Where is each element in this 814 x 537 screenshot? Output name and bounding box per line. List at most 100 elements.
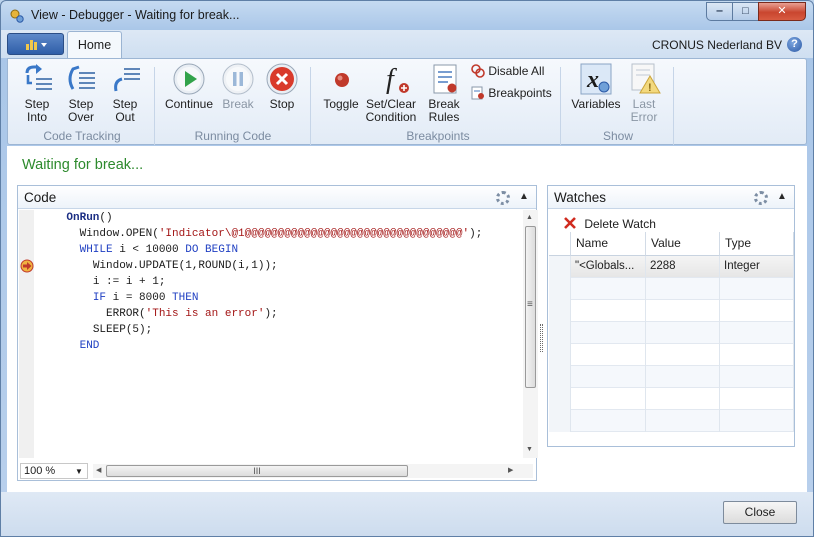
table-row[interactable]: [549, 300, 794, 322]
last-error-button[interactable]: Last Error: [622, 98, 666, 124]
application-menu-button[interactable]: [7, 33, 64, 55]
table-cell[interactable]: [720, 300, 794, 322]
step-out-label: Step Out: [112, 97, 138, 124]
code-token: 'This is an error': [145, 308, 265, 320]
row-selector[interactable]: [549, 344, 571, 366]
scroll-up-arrow-icon[interactable]: ▲: [526, 214, 533, 221]
code-line[interactable]: IF i = 8000 THEN: [34, 290, 522, 306]
code-panel-title: Code: [24, 190, 57, 205]
table-cell[interactable]: [646, 410, 720, 432]
table-cell[interactable]: [571, 388, 646, 410]
table-cell[interactable]: [720, 410, 794, 432]
column-header-type[interactable]: Type: [720, 232, 794, 256]
chevron-up-icon[interactable]: ▲: [777, 191, 787, 202]
panel-splitter[interactable]: [540, 324, 543, 352]
scroll-right-arrow-icon[interactable]: ▶: [508, 466, 513, 474]
scroll-left-arrow-icon[interactable]: ◀: [96, 466, 101, 474]
break-rules-button[interactable]: Break Rules: [422, 98, 466, 124]
table-row[interactable]: [549, 322, 794, 344]
table-row[interactable]: [549, 388, 794, 410]
row-selector[interactable]: [549, 300, 571, 322]
step-over-button[interactable]: Step Over: [61, 98, 101, 124]
table-cell[interactable]: [720, 366, 794, 388]
zoom-select[interactable]: 100 % ▼: [20, 463, 88, 479]
table-cell[interactable]: [720, 278, 794, 300]
break-rules-icon: [433, 64, 457, 94]
close-button[interactable]: Close: [723, 501, 797, 524]
stop-button[interactable]: Stop: [262, 98, 302, 111]
minimize-button[interactable]: ‒: [706, 2, 733, 21]
disable-all-label: Disable All: [488, 64, 545, 78]
close-window-button[interactable]: ✕: [758, 2, 806, 21]
column-header-value[interactable]: Value: [646, 232, 720, 256]
table-row[interactable]: [549, 278, 794, 300]
code-vertical-scroll-thumb[interactable]: ≡: [525, 226, 536, 388]
code-line[interactable]: SLEEP(5);: [34, 322, 522, 338]
table-cell[interactable]: "<Globals...: [571, 256, 646, 278]
disable-all-button[interactable]: Disable All: [471, 64, 544, 80]
table-cell[interactable]: [571, 322, 646, 344]
delete-icon: [564, 217, 576, 229]
code-line[interactable]: Window.UPDATE(1,ROUND(i,1));: [34, 258, 522, 274]
set-clear-condition-label: Set/Clear Condition: [365, 97, 417, 124]
code-line[interactable]: END: [34, 338, 522, 354]
gear-icon[interactable]: [754, 191, 768, 205]
step-out-button[interactable]: Step Out: [106, 98, 144, 124]
code-line[interactable]: i := i + 1;: [34, 274, 522, 290]
toggle-button[interactable]: Toggle: [321, 98, 361, 111]
table-cell[interactable]: [571, 410, 646, 432]
table-cell[interactable]: [571, 366, 646, 388]
table-cell[interactable]: [571, 344, 646, 366]
row-selector[interactable]: [549, 388, 571, 410]
tab-home[interactable]: Home: [67, 31, 122, 59]
breakpoints-list-button[interactable]: Breakpoints: [471, 86, 552, 102]
chevron-up-icon[interactable]: ▲: [519, 191, 529, 202]
code-vertical-scrollbar[interactable]: ▲ ≡ ▼: [523, 210, 538, 458]
gear-icon[interactable]: [496, 191, 510, 205]
breakpoint-gutter[interactable]: [19, 210, 34, 458]
table-row[interactable]: [549, 366, 794, 388]
code-line[interactable]: WHILE i < 10000 DO BEGIN: [34, 242, 522, 258]
code-line[interactable]: ERROR('This is an error');: [34, 306, 522, 322]
company-name[interactable]: CRONUS Nederland BV: [652, 38, 782, 52]
maximize-button[interactable]: □: [732, 2, 759, 21]
table-row[interactable]: [549, 344, 794, 366]
table-row[interactable]: "<Globals... 2288 Integer: [549, 256, 794, 278]
set-clear-condition-button[interactable]: Set/Clear Condition: [364, 98, 418, 124]
table-cell[interactable]: [571, 278, 646, 300]
group-label-code-tracking: Code Tracking: [43, 129, 121, 143]
table-cell[interactable]: [720, 344, 794, 366]
table-cell[interactable]: [646, 278, 720, 300]
table-cell[interactable]: Integer: [720, 256, 794, 278]
step-into-button[interactable]: Step Into: [18, 98, 56, 124]
code-line[interactable]: OnRun(): [34, 210, 522, 226]
code-line[interactable]: Window.OPEN('Indicator\@1@@@@@@@@@@@@@@@…: [34, 226, 522, 242]
table-cell[interactable]: [720, 388, 794, 410]
scroll-down-arrow-icon[interactable]: ▼: [526, 446, 533, 453]
table-cell[interactable]: 2288: [646, 256, 720, 278]
status-message: Waiting for break...: [22, 157, 144, 173]
row-selector[interactable]: [549, 410, 571, 432]
table-cell[interactable]: [646, 344, 720, 366]
code-horizontal-scrollbar[interactable]: ◀ III ▶: [93, 464, 533, 478]
row-selector[interactable]: [549, 256, 571, 278]
row-selector[interactable]: [549, 278, 571, 300]
table-cell[interactable]: [646, 388, 720, 410]
code-horizontal-scroll-thumb[interactable]: III: [106, 465, 408, 477]
table-cell[interactable]: [646, 300, 720, 322]
table-cell[interactable]: [720, 322, 794, 344]
table-cell[interactable]: [646, 366, 720, 388]
table-cell[interactable]: [646, 322, 720, 344]
table-cell[interactable]: [571, 300, 646, 322]
row-selector[interactable]: [549, 366, 571, 388]
help-icon[interactable]: ?: [787, 37, 802, 52]
column-header-name[interactable]: Name: [571, 232, 646, 256]
variables-button[interactable]: Variables: [570, 98, 622, 111]
code-editor[interactable]: OnRun() Window.OPEN('Indicator\@1@@@@@@@…: [34, 210, 522, 458]
table-row[interactable]: [549, 410, 794, 432]
break-button[interactable]: Break: [218, 98, 258, 111]
watches-panel-title: Watches: [554, 190, 607, 205]
row-selector[interactable]: [549, 322, 571, 344]
continue-button[interactable]: Continue: [162, 98, 216, 111]
group-label-breakpoints: Breakpoints: [406, 129, 470, 143]
